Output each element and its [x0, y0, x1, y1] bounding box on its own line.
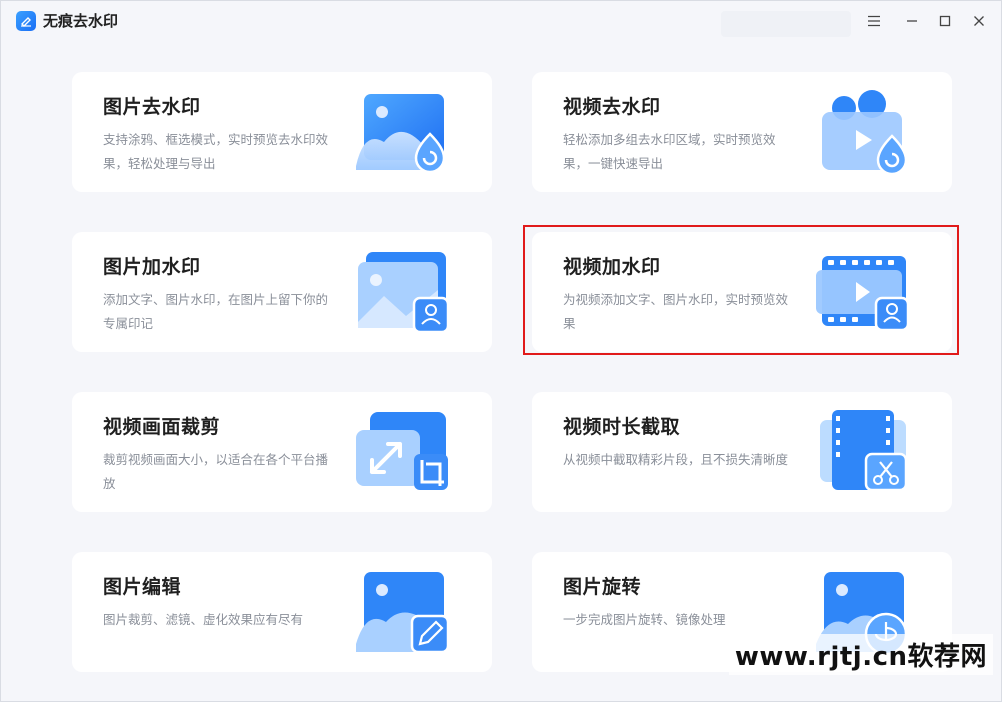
card-description: 为视频添加文字、图片水印，实时预览效果	[563, 292, 789, 331]
card-video-remove-watermark[interactable]: 视频去水印 轻松添加多组去水印区域，实时预览效果，一键快速导出	[532, 72, 952, 192]
card-description: 图片裁剪、滤镜、虚化效果应有尽有	[103, 612, 304, 627]
card-description: 轻松添加多组去水印区域，实时预览效果，一键快速导出	[563, 132, 776, 171]
video-remove-watermark-icon	[822, 90, 908, 176]
video-add-watermark-icon	[816, 256, 910, 332]
maximize-icon	[939, 15, 951, 27]
image-remove-watermark-icon	[356, 94, 446, 174]
card-description: 从视频中截取精彩片段，且不损失清晰度	[563, 452, 789, 467]
maximize-button[interactable]	[933, 9, 957, 33]
site-watermark: www.rjtj.cn软荐网	[728, 634, 993, 675]
card-title: 图片去水印	[103, 96, 201, 118]
minimize-button[interactable]	[900, 9, 924, 33]
card-description: 裁剪视频画面大小，以适合在各个平台播放	[103, 452, 329, 491]
app-title: 无痕去水印	[43, 12, 119, 30]
close-icon	[974, 16, 984, 26]
menu-icon	[868, 15, 880, 27]
video-trim-icon	[820, 410, 908, 492]
menu-button[interactable]	[862, 9, 886, 33]
card-title: 视频画面裁剪	[103, 416, 221, 438]
card-title: 图片加水印	[103, 256, 201, 278]
card-image-remove-watermark[interactable]: 图片去水印 支持涂鸦、框选模式，实时预览去水印效果，轻松处理与导出	[72, 72, 492, 192]
card-title: 视频时长截取	[563, 416, 681, 438]
close-button[interactable]	[967, 9, 991, 33]
blurred-area	[721, 11, 851, 37]
card-title: 图片旋转	[563, 576, 642, 598]
image-add-watermark-icon	[358, 252, 450, 334]
card-title: 视频去水印	[563, 96, 661, 118]
card-image-edit[interactable]: 图片编辑 图片裁剪、滤镜、虚化效果应有尽有	[72, 552, 492, 672]
card-title: 视频加水印	[563, 256, 661, 278]
card-video-add-watermark[interactable]: 视频加水印 为视频添加文字、图片水印，实时预览效果	[532, 232, 952, 352]
image-edit-icon	[356, 572, 450, 654]
card-description: 支持涂鸦、框选模式，实时预览去水印效果，轻松处理与导出	[103, 132, 329, 171]
card-image-add-watermark[interactable]: 图片加水印 添加文字、图片水印，在图片上留下你的专属印记	[72, 232, 492, 352]
card-description: 一步完成图片旋转、镜像处理	[563, 612, 726, 627]
app-logo-icon	[16, 11, 36, 31]
card-video-trim[interactable]: 视频时长截取 从视频中截取精彩片段，且不损失清晰度	[532, 392, 952, 512]
card-title: 图片编辑	[103, 576, 182, 598]
app-window: 无痕去水印 图片去水印 支持涂鸦、框选模式，实时预览去水印效果，轻松处理与导出	[0, 0, 1002, 702]
card-video-crop[interactable]: 视频画面裁剪 裁剪视频画面大小，以适合在各个平台播放	[72, 392, 492, 512]
title-bar: 无痕去水印	[1, 1, 1001, 41]
card-description: 添加文字、图片水印，在图片上留下你的专属印记	[103, 292, 329, 331]
video-crop-icon	[356, 412, 448, 490]
minimize-icon	[907, 20, 917, 22]
